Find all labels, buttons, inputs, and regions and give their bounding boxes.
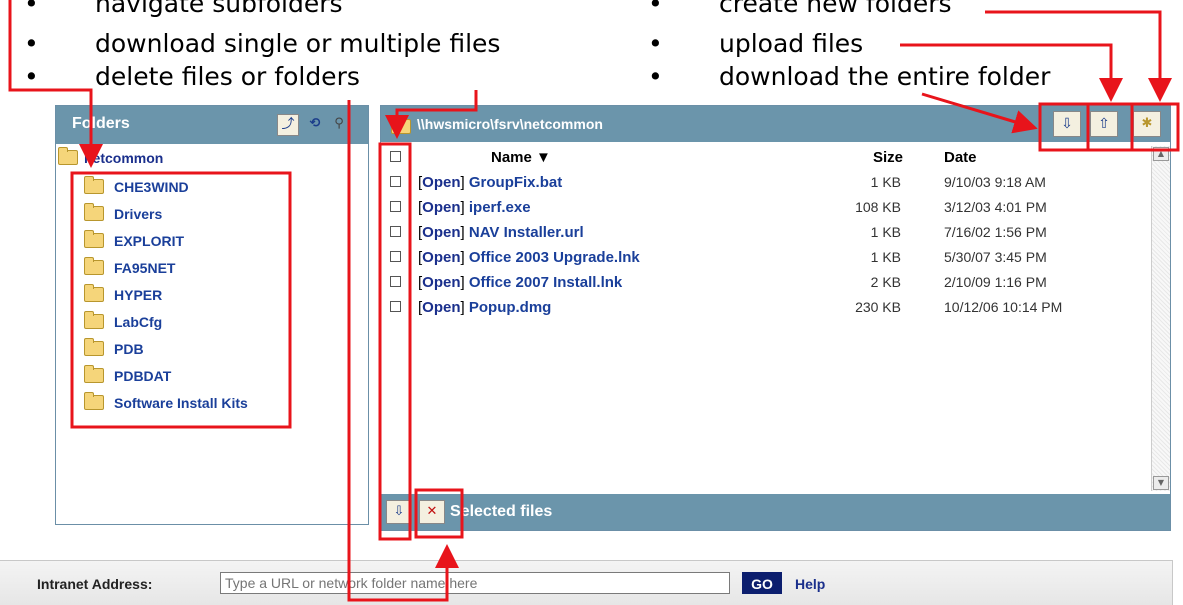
address-label: Intranet Address: <box>37 576 153 592</box>
file-size: 230 KB <box>855 299 901 315</box>
tree-folder-item[interactable]: EXPLORIT <box>84 230 184 249</box>
file-date: 2/10/09 1:16 PM <box>944 274 1047 290</box>
folder-icon <box>84 203 104 221</box>
search-icon[interactable]: ⚲ <box>328 114 350 136</box>
delete-selected-icon[interactable]: ✕ <box>419 500 445 524</box>
tree-folder-item[interactable]: Software Install Kits <box>84 392 248 411</box>
file-name[interactable]: GroupFix.bat <box>469 174 562 191</box>
tree-folder-item[interactable]: PDBDAT <box>84 365 171 384</box>
help-link[interactable]: Help <box>795 576 825 592</box>
file-checkbox[interactable] <box>390 226 401 237</box>
tree-folder-item[interactable]: Drivers <box>84 203 162 222</box>
column-header: Name ▼ Size Date <box>381 146 1151 168</box>
file-size: 1 KB <box>870 174 901 190</box>
file-checkbox[interactable] <box>390 251 401 262</box>
go-button[interactable]: GO <box>742 572 782 594</box>
file-panel: \\hwsmicro\fsrv\netcommon ⇩ ⇧ ✱ Name ▼ S… <box>380 105 1171 531</box>
file-row: [Open] Office 2007 Install.lnk 2 KB 2/10… <box>381 272 1151 296</box>
upload-icon[interactable]: ⇧ <box>1090 111 1118 137</box>
selected-files-label: Selected files <box>450 503 553 520</box>
feature-item: • delete files or folders <box>24 62 360 91</box>
file-header: \\hwsmicro\fsrv\netcommon ⇩ ⇧ ✱ <box>381 106 1170 142</box>
file-row: [Open] Popup.dmg 230 KB 10/12/06 10:14 P… <box>381 297 1151 321</box>
file-checkbox[interactable] <box>390 176 401 187</box>
date-column-header[interactable]: Date <box>944 149 977 166</box>
file-size: 108 KB <box>855 199 901 215</box>
file-size: 1 KB <box>870 249 901 265</box>
size-column-header[interactable]: Size <box>873 149 903 166</box>
tree-folder-item[interactable]: CHE3WIND <box>84 176 189 195</box>
feature-item: • create new folders <box>648 0 952 18</box>
tree-folder-item[interactable]: PDB <box>84 338 144 357</box>
folder-icon <box>84 338 104 356</box>
tree-folder-item[interactable]: HYPER <box>84 284 162 303</box>
file-row: [Open] iperf.exe 108 KB 3/12/03 4:01 PM <box>381 197 1151 221</box>
file-checkbox[interactable] <box>390 301 401 312</box>
file-row: [Open] GroupFix.bat 1 KB 9/10/03 9:18 AM <box>381 172 1151 196</box>
file-checkbox[interactable] <box>390 276 401 287</box>
open-link[interactable]: Open <box>422 299 460 316</box>
select-all-checkbox[interactable] <box>390 151 401 162</box>
file-date: 3/12/03 4:01 PM <box>944 199 1047 215</box>
file-name[interactable]: NAV Installer.url <box>469 224 584 241</box>
folder-icon <box>84 257 104 275</box>
file-row: [Open] Office 2003 Upgrade.lnk 1 KB 5/30… <box>381 247 1151 271</box>
download-selected-icon[interactable]: ⇩ <box>386 500 412 524</box>
feature-item: • download single or multiple files <box>24 29 501 58</box>
file-date: 9/10/03 9:18 AM <box>944 174 1046 190</box>
current-path: \\hwsmicro\fsrv\netcommon <box>417 116 603 132</box>
current-folder-icon <box>391 116 411 134</box>
file-name[interactable]: Office 2003 Upgrade.lnk <box>469 249 640 266</box>
folder-icon <box>84 365 104 383</box>
open-link[interactable]: Open <box>422 224 460 241</box>
folder-icon <box>84 284 104 302</box>
file-name[interactable]: iperf.exe <box>469 199 531 216</box>
selected-files-bar: ⇩ ✕ Selected files <box>381 494 1170 530</box>
file-size: 2 KB <box>870 274 901 290</box>
folders-title: Folders <box>72 115 130 132</box>
open-link[interactable]: Open <box>422 174 460 191</box>
tree-folder-item[interactable]: FA95NET <box>84 257 175 276</box>
file-date: 5/30/07 3:45 PM <box>944 249 1047 265</box>
file-date: 7/16/02 1:56 PM <box>944 224 1047 240</box>
tree-root[interactable]: netcommon <box>56 147 163 166</box>
vertical-scrollbar[interactable]: ▲ ▼ <box>1151 146 1170 491</box>
new-folder-icon[interactable]: ✱ <box>1133 111 1161 137</box>
up-folder-icon[interactable]: ⤴ <box>277 114 299 136</box>
scroll-up-icon[interactable]: ▲ <box>1153 147 1169 161</box>
file-name[interactable]: Popup.dmg <box>469 299 552 316</box>
feature-item: • navigate subfolders <box>24 0 343 18</box>
file-name[interactable]: Office 2007 Install.lnk <box>469 274 622 291</box>
open-link[interactable]: Open <box>422 274 460 291</box>
address-bar: Intranet Address: GO Help <box>0 560 1173 605</box>
name-column-header[interactable]: Name ▼ <box>491 149 551 166</box>
address-input[interactable] <box>220 572 730 594</box>
file-size: 1 KB <box>870 224 901 240</box>
download-folder-icon[interactable]: ⇩ <box>1053 111 1081 137</box>
feature-item: • download the entire folder <box>648 62 1051 91</box>
folder-icon <box>84 311 104 329</box>
folder-icon <box>84 230 104 248</box>
refresh-icon[interactable]: ⟲ <box>304 114 326 136</box>
open-link[interactable]: Open <box>422 249 460 266</box>
folders-header: Folders ⤴ ⟲ ⚲ <box>56 106 368 144</box>
open-link[interactable]: Open <box>422 199 460 216</box>
folder-icon <box>84 392 104 410</box>
file-date: 10/12/06 10:14 PM <box>944 299 1063 315</box>
tree-folder-item[interactable]: LabCfg <box>84 311 162 330</box>
file-row: [Open] NAV Installer.url 1 KB 7/16/02 1:… <box>381 222 1151 246</box>
folders-panel: Folders ⤴ ⟲ ⚲ netcommon CHE3WIND Drivers… <box>55 105 369 525</box>
file-checkbox[interactable] <box>390 201 401 212</box>
feature-item: • upload files <box>648 29 864 58</box>
network-folder-icon <box>58 147 78 165</box>
folder-icon <box>84 176 104 194</box>
scroll-down-icon[interactable]: ▼ <box>1153 476 1169 490</box>
